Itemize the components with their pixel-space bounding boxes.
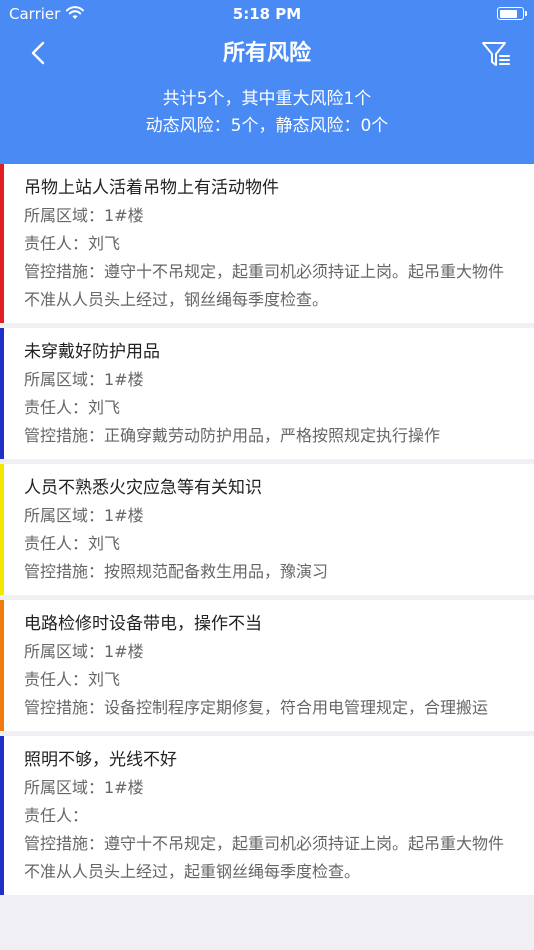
risk-title: 未穿戴好防护用品 <box>24 342 160 362</box>
status-bar: Carrier 5:18 PM <box>0 0 534 28</box>
risk-card[interactable]: 吊物上站人活着吊物上有活动物件 所属区域：1#楼 责任人：刘飞 管控措施：遵守十… <box>0 164 534 323</box>
risk-owner: 责任人：刘飞 <box>24 398 121 417</box>
risk-title: 照明不够，光线不好 <box>24 750 177 770</box>
battery-icon <box>497 7 527 20</box>
clock-time: 5:18 PM <box>232 5 302 23</box>
back-button[interactable] <box>24 38 54 68</box>
risk-area: 所属区域：1#楼 <box>24 778 144 797</box>
risk-measure: 管控措施：正确穿戴劳动防护用品，严格按照规定执行操作 <box>24 426 441 445</box>
risk-card[interactable]: 照明不够，光线不好 所属区域：1#楼 责任人： 管控措施：遵守十不吊规定，起重司… <box>0 736 534 895</box>
risk-measure: 管控措施：遵守十不吊规定，起重司机必须持证上岗。起吊重大物件不准从人员头上经过，… <box>24 262 505 309</box>
risk-summary: 共计5个，其中重大风险1个 动态风险：5个，静态风险：0个 <box>0 86 534 140</box>
chevron-left-icon <box>31 41 45 65</box>
risk-title: 人员不熟悉火灾应急等有关知识 <box>24 478 262 498</box>
risk-area: 所属区域：1#楼 <box>24 642 144 661</box>
risk-owner: 责任人：刘飞 <box>24 234 121 253</box>
risk-owner: 责任人： <box>24 806 89 825</box>
summary-breakdown: 动态风险：5个，静态风险：0个 <box>145 116 389 136</box>
risk-owner: 责任人：刘飞 <box>24 670 121 689</box>
risk-owner: 责任人：刘飞 <box>24 534 121 553</box>
risk-measure: 管控措施：按照规范配备救生用品，豫演习 <box>24 562 329 581</box>
risk-measure: 管控措施：遵守十不吊规定，起重司机必须持证上岗。起吊重大物件不准从人员头上经过，… <box>24 834 505 881</box>
risk-card[interactable]: 人员不熟悉火灾应急等有关知识 所属区域：1#楼 责任人：刘飞 管控措施：按照规范… <box>0 464 534 595</box>
filter-button[interactable] <box>480 38 512 70</box>
risk-list: 吊物上站人活着吊物上有活动物件 所属区域：1#楼 责任人：刘飞 管控措施：遵守十… <box>0 164 534 900</box>
risk-title: 吊物上站人活着吊物上有活动物件 <box>24 178 279 198</box>
risk-measure: 管控措施：设备控制程序定期修复，符合用电管理规定，合理搬运 <box>24 698 489 717</box>
risk-card[interactable]: 未穿戴好防护用品 所属区域：1#楼 责任人：刘飞 管控措施：正确穿戴劳动防护用品… <box>0 328 534 459</box>
risk-card[interactable]: 电路检修时设备带电，操作不当 所属区域：1#楼 责任人：刘飞 管控措施：设备控制… <box>0 600 534 731</box>
risk-title: 电路检修时设备带电，操作不当 <box>24 614 262 634</box>
risk-area: 所属区域：1#楼 <box>24 506 144 525</box>
header: Carrier 5:18 PM 所有风险 共计5个，其中重大风险1个 动态风险：… <box>0 0 534 164</box>
risk-area: 所属区域：1#楼 <box>24 370 144 389</box>
filter-icon <box>482 42 510 66</box>
summary-total: 共计5个，其中重大风险1个 <box>162 89 372 109</box>
page-title: 所有风险 <box>222 41 311 66</box>
risk-area: 所属区域：1#楼 <box>24 206 144 225</box>
